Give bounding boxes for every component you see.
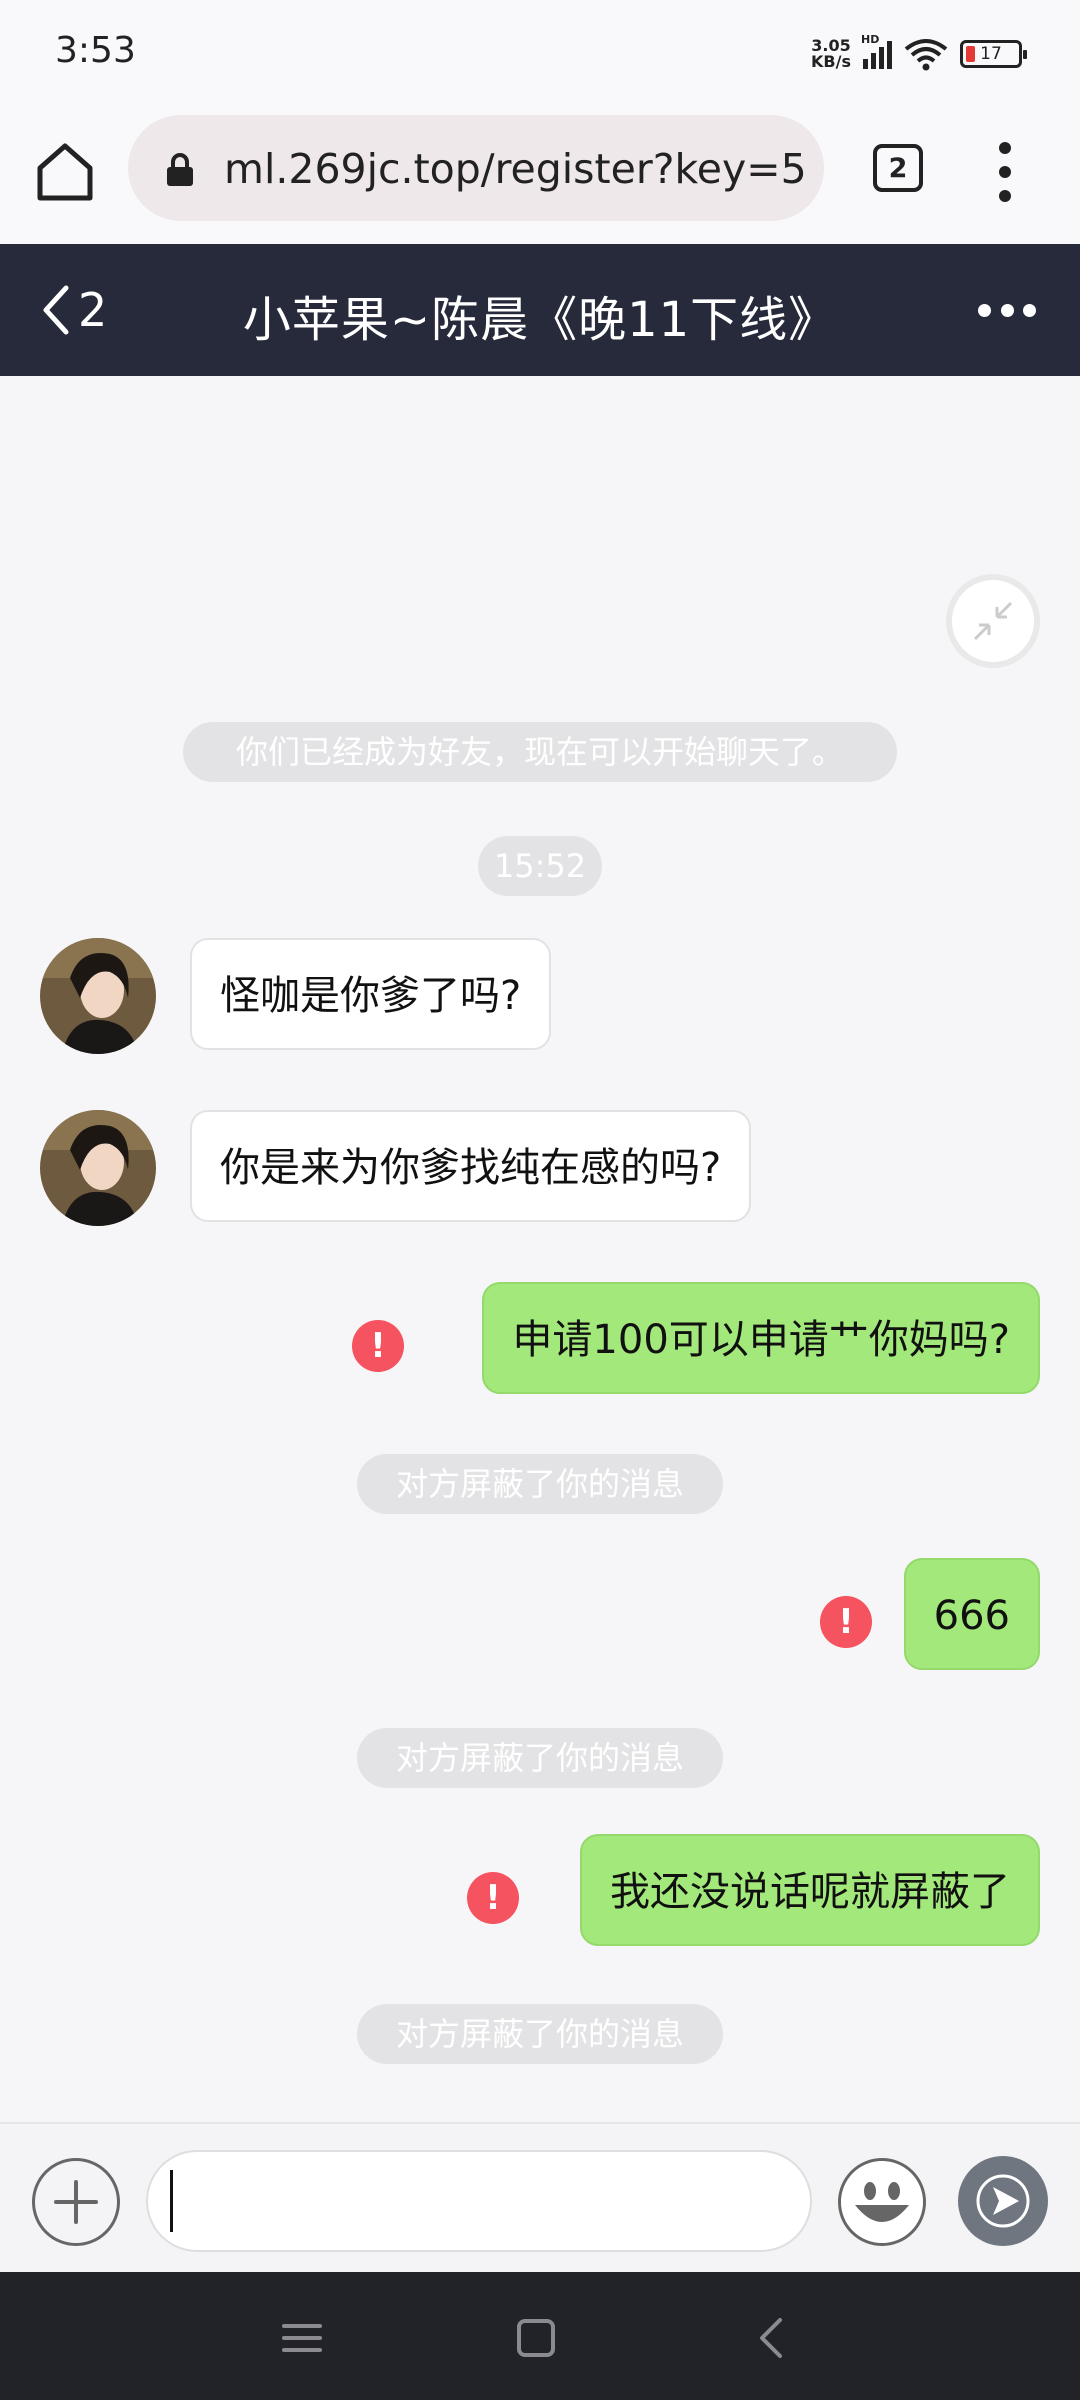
message-input[interactable] [146,2150,812,2252]
hd-badge: HD [861,33,880,46]
incoming-message-bubble[interactable]: 你是来为你爹找纯在感的吗? [190,1110,752,1222]
send-failed-icon[interactable]: ! [820,1596,872,1648]
blocked-notice: 对方屏蔽了你的消息 [357,2004,723,2064]
home-icon[interactable] [30,136,100,206]
blocked-notice: 对方屏蔽了你的消息 [357,1454,723,1514]
chat-title: 小苹果~陈晨《晚11下线》 [242,292,838,348]
blocked-notice: 对方屏蔽了你的消息 [357,1728,723,1788]
more-options-icon[interactable] [978,300,1036,320]
tabs-button[interactable]: 2 [873,144,923,192]
incoming-message-bubble[interactable]: 怪咖是你爹了吗? [190,938,552,1050]
message-timestamp: 15:52 [478,836,602,896]
browser-toolbar: ml.269jc.top/register?key=516 2 [0,108,1080,244]
status-indicators: 3.05 KB/s HD 17 [811,33,1027,74]
composer-bar [0,2122,1080,2272]
network-speed: 3.05 KB/s [811,36,851,71]
emoji-icon[interactable] [838,2158,926,2246]
url-text[interactable]: ml.269jc.top/register?key=516 [224,145,804,193]
signal-icon: HD [861,33,892,69]
recent-apps-icon[interactable] [280,2316,324,2360]
home-nav-icon[interactable] [514,2316,558,2360]
send-icon[interactable] [958,2156,1048,2246]
more-vert-icon[interactable] [988,142,1022,202]
address-bar[interactable]: ml.269jc.top/register?key=516 [128,115,824,221]
lock-icon [167,153,193,186]
message-list[interactable]: 你们已经成为好友，现在可以开始聊天了。 15:52 怪咖是你爹了吗? 你是来为你… [0,376,1080,2122]
avatar[interactable] [40,938,156,1054]
outgoing-message-bubble[interactable]: 申请100可以申请艹你妈吗? [482,1282,1040,1394]
wifi-icon [904,39,948,71]
outgoing-message-bubble[interactable]: 666 [903,1558,1040,1670]
battery-level: 17 [980,44,1002,64]
status-time: 3:53 [55,30,136,71]
text-caret [170,2170,173,2232]
back-nav-icon[interactable] [750,2316,794,2360]
battery-icon: 17 [960,40,1027,68]
outgoing-message-bubble[interactable]: 我还没说话呢就屏蔽了 [580,1834,1040,1946]
status-bar: 3:53 3.05 KB/s HD 17 [0,0,1080,108]
friend-added-notice: 你们已经成为好友，现在可以开始聊天了。 [183,722,897,782]
send-failed-icon[interactable]: ! [467,1872,519,1924]
chat-header: 2 小苹果~陈晨《晚11下线》 [0,244,1080,376]
avatar[interactable] [40,1110,156,1226]
send-failed-icon[interactable]: ! [352,1320,404,1372]
minimize-icon[interactable] [946,574,1040,668]
system-nav-bar [0,2272,1080,2400]
plus-icon[interactable] [32,2158,120,2246]
